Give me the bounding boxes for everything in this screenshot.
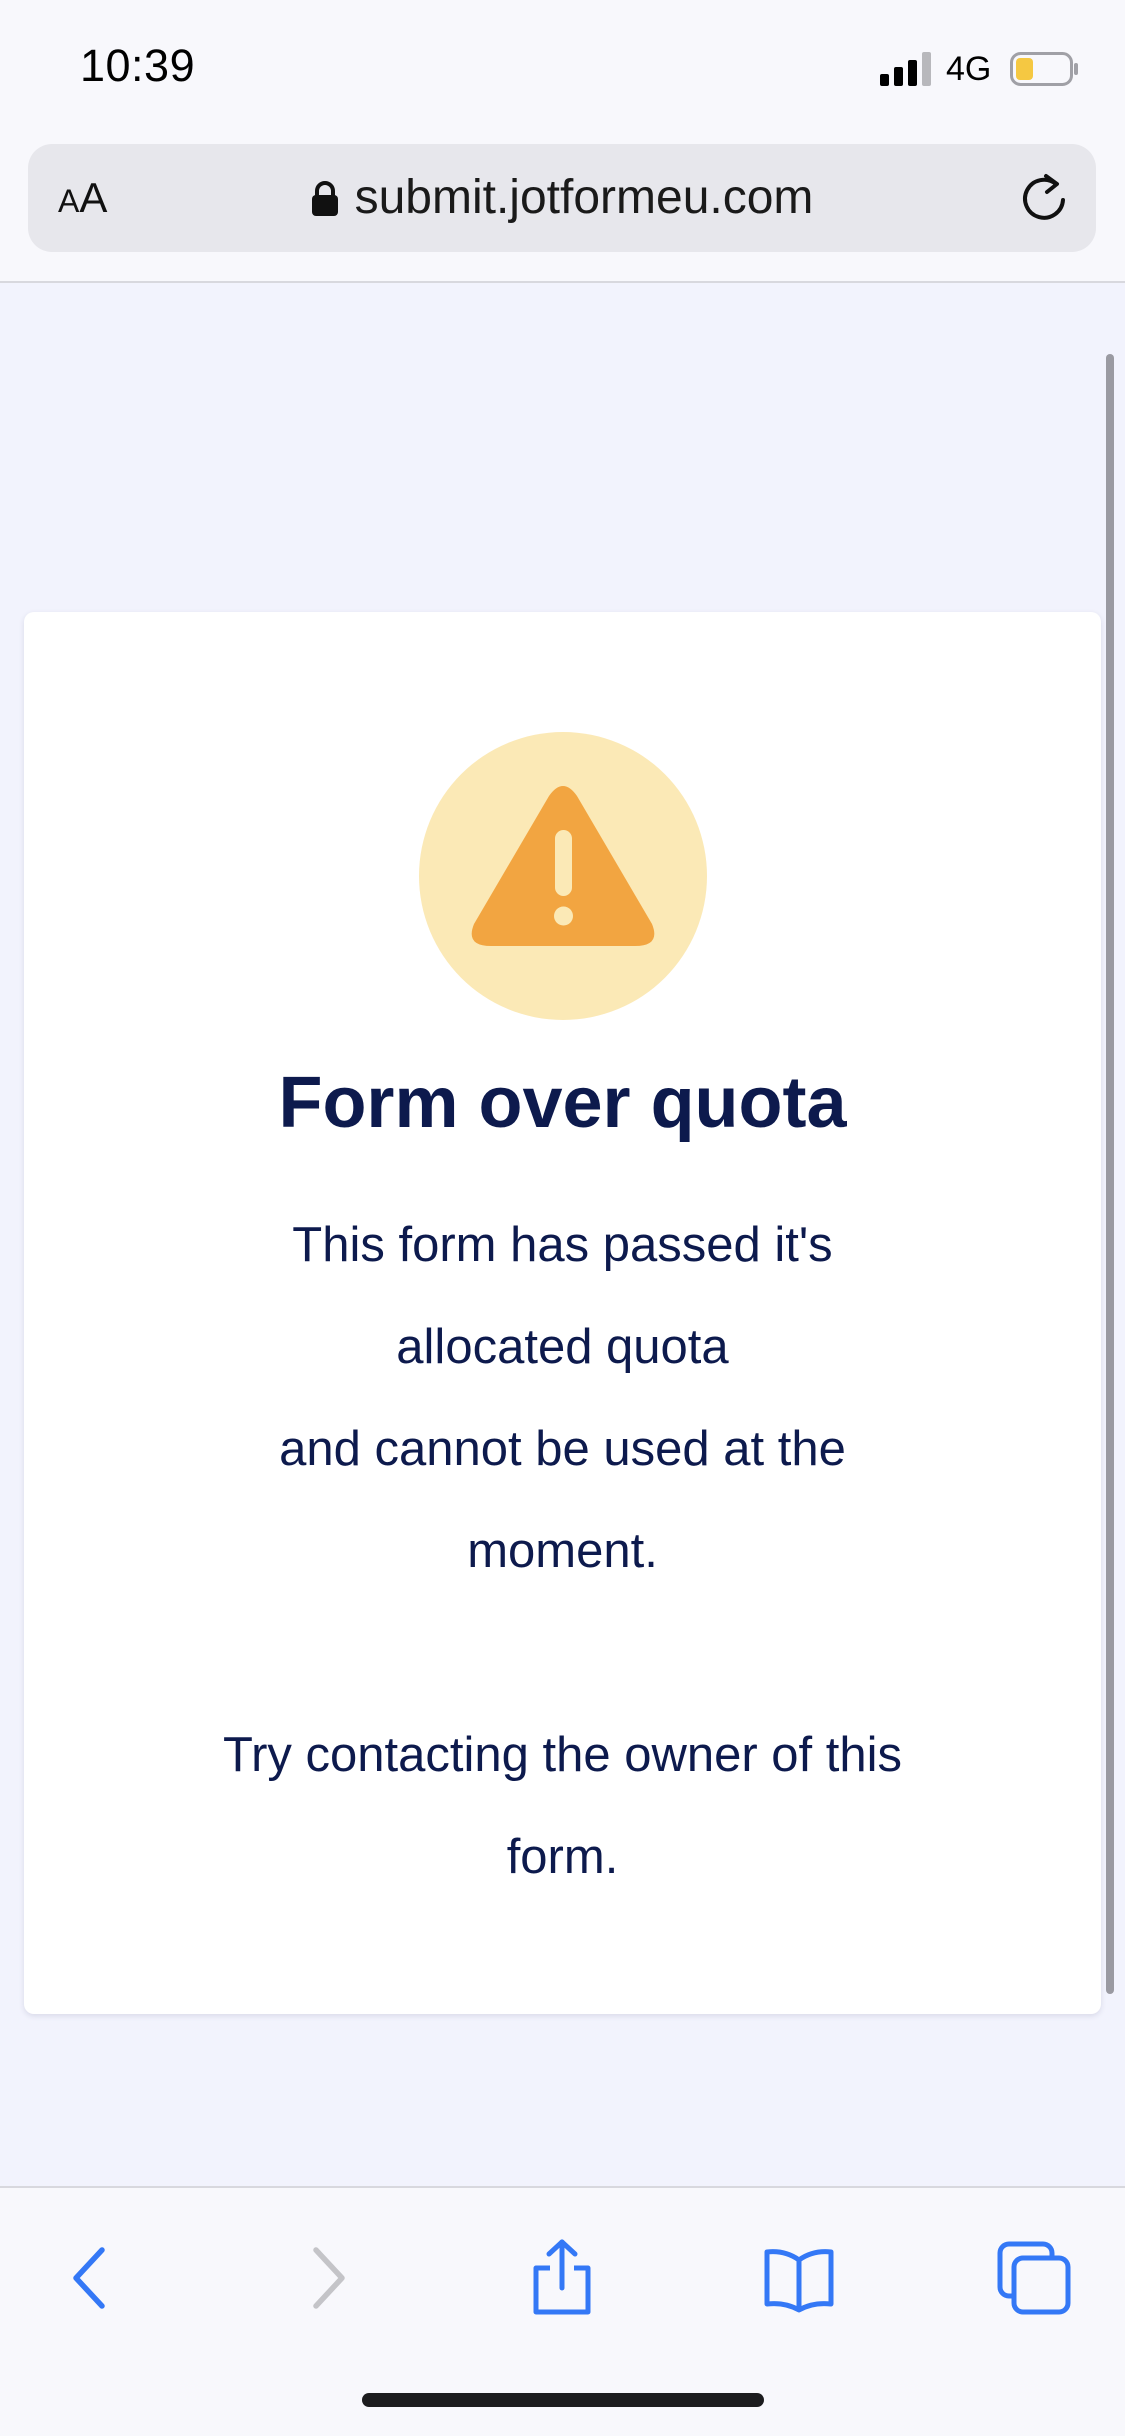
message-line: allocated quota xyxy=(396,1320,729,1374)
contact-line: form. xyxy=(506,1830,619,1884)
lock-icon xyxy=(311,181,338,216)
status-time: 10:39 xyxy=(80,40,196,91)
warning-triangle-icon xyxy=(471,786,655,946)
url-text: submit.jotformeu.com xyxy=(354,171,814,224)
reload-icon[interactable] xyxy=(1016,170,1072,226)
forward-button[interactable] xyxy=(286,2238,366,2318)
message-line: and cannot be used at the xyxy=(279,1422,846,1476)
card-message: This form has passed it's allocated quot… xyxy=(144,1194,981,1908)
url-field[interactable]: submit.jotformeu.com xyxy=(28,168,1096,228)
cellular-signal-icon xyxy=(880,52,931,86)
message-line: moment. xyxy=(467,1524,658,1578)
share-icon xyxy=(533,2239,591,2315)
contact-line: Try contacting the owner of this xyxy=(222,1728,903,1782)
address-bar[interactable]: AA submit.jotformeu.com xyxy=(28,144,1096,252)
browser-address-area: AA submit.jotformeu.com xyxy=(0,140,1125,283)
tabs-icon xyxy=(997,2241,1071,2315)
back-icon xyxy=(73,2247,105,2309)
warning-badge xyxy=(419,732,707,1020)
home-indicator xyxy=(362,2393,764,2407)
forward-icon xyxy=(313,2247,345,2309)
bookmarks-icon xyxy=(764,2249,834,2313)
tabs-button[interactable] xyxy=(994,2238,1074,2318)
page-scrollbar[interactable] xyxy=(1106,354,1114,1994)
card-title: Form over quota xyxy=(278,1063,847,1143)
quota-message-card: Form over quota This form has passed it'… xyxy=(24,612,1101,2014)
back-button[interactable] xyxy=(52,2238,132,2318)
battery-icon xyxy=(1010,52,1078,86)
bookmarks-button[interactable] xyxy=(759,2238,839,2318)
network-type: 4G xyxy=(946,50,992,88)
status-bar: 10:39 4G xyxy=(0,0,1125,140)
message-line: This form has passed it's xyxy=(292,1218,833,1272)
share-button[interactable] xyxy=(522,2238,602,2318)
